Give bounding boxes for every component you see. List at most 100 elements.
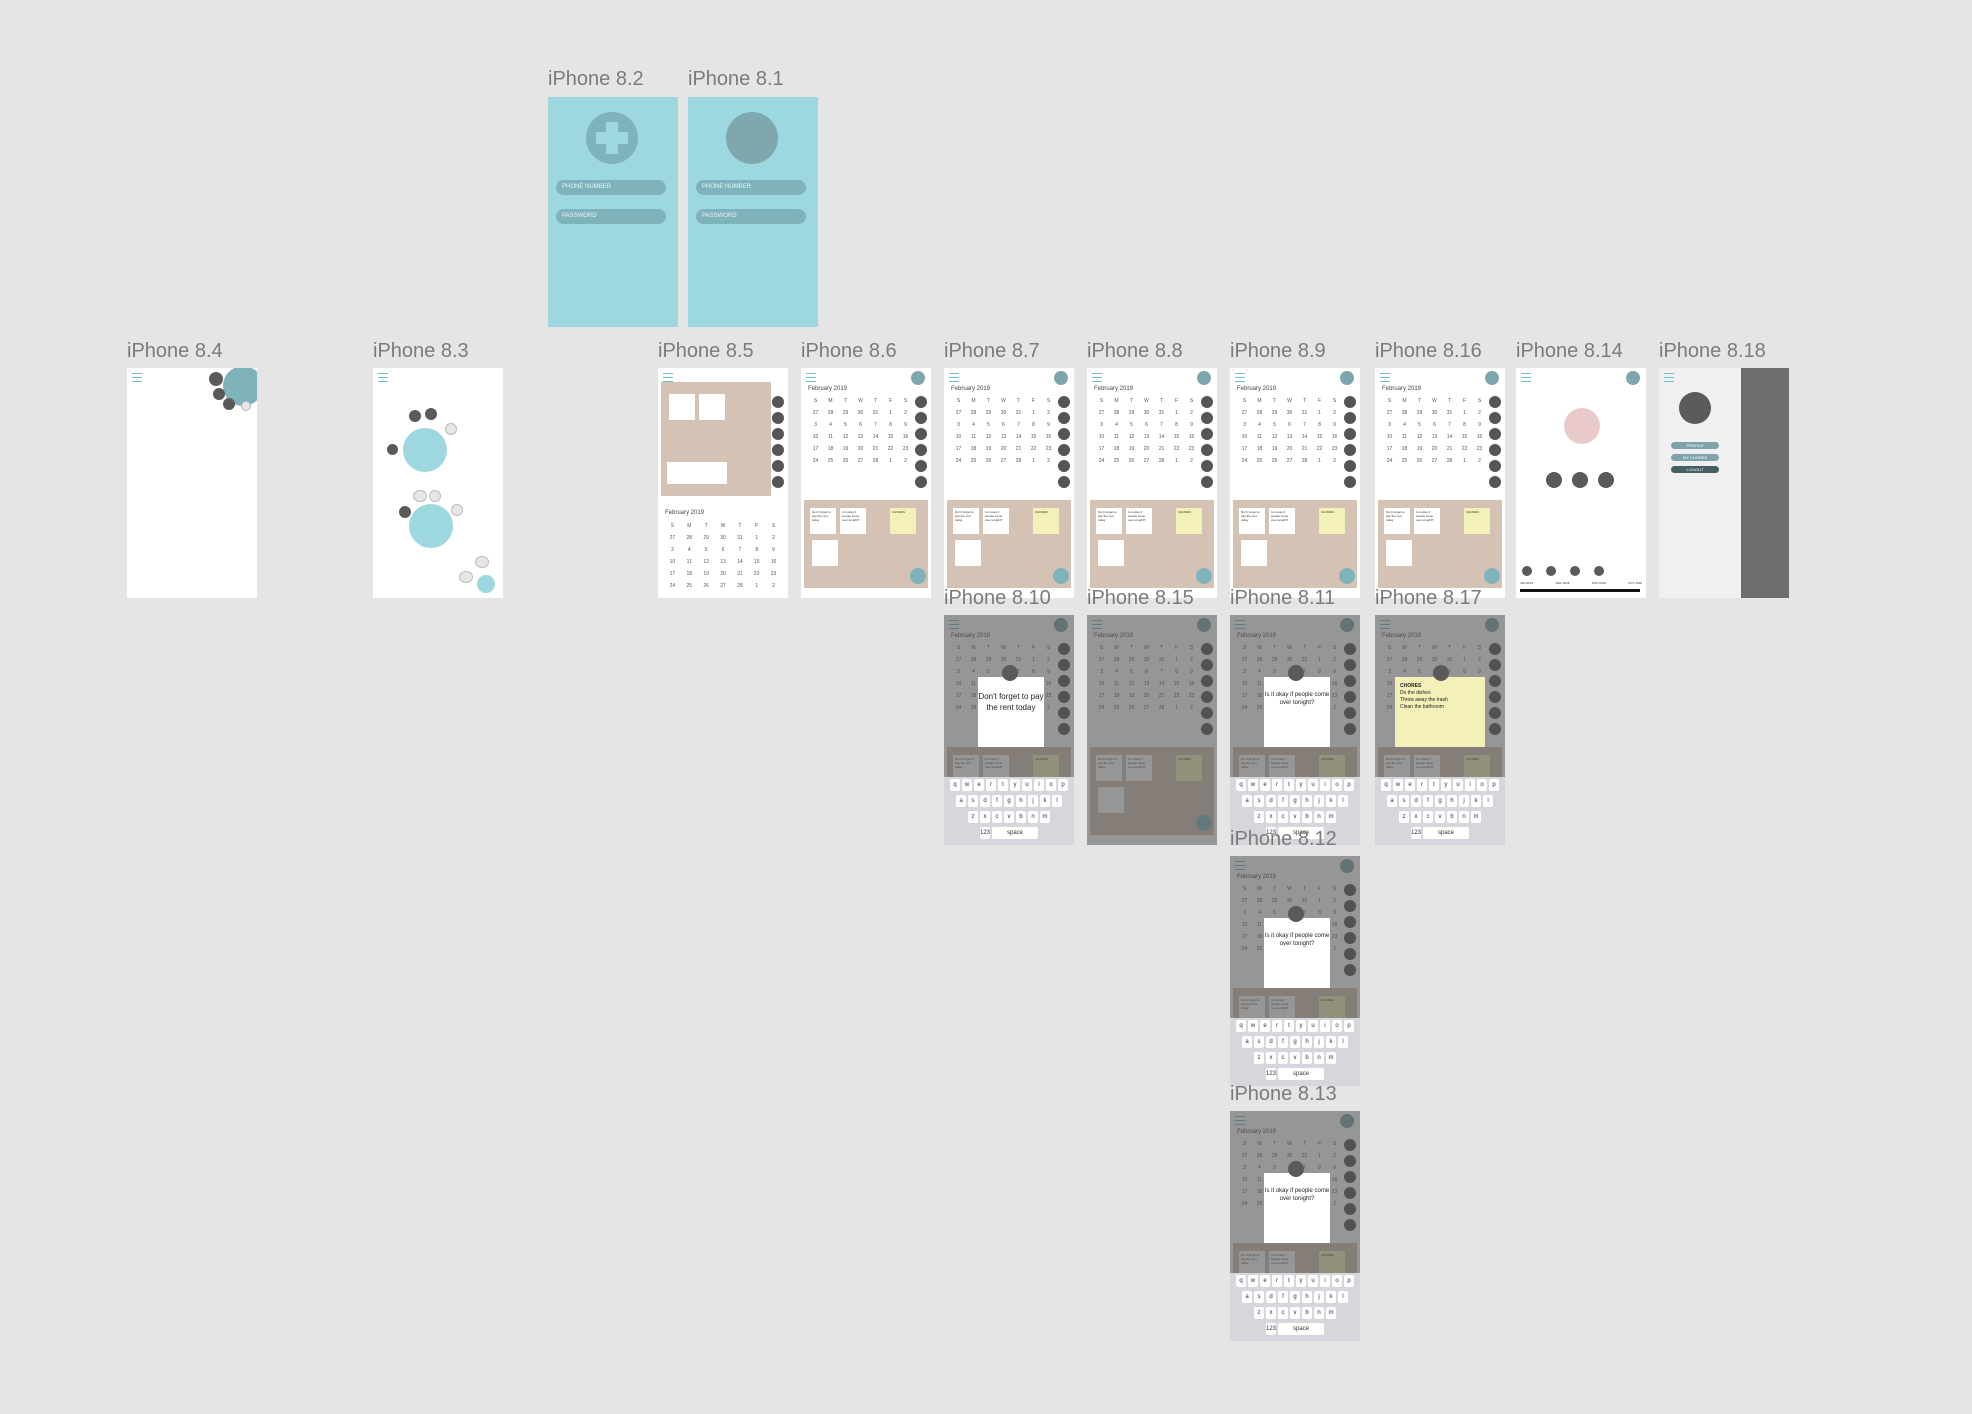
key[interactable]: h: [1447, 795, 1457, 807]
calendar-day[interactable]: 22: [1312, 446, 1327, 452]
calendar-day[interactable]: 8: [1026, 422, 1041, 428]
profile-avatar[interactable]: [1564, 408, 1600, 444]
key[interactable]: l: [1338, 795, 1348, 807]
menu-icon[interactable]: [1521, 373, 1531, 382]
key[interactable]: c: [1278, 1052, 1288, 1064]
key[interactable]: j: [1314, 1036, 1324, 1048]
household-bubble[interactable]: [409, 504, 453, 548]
calendar-day[interactable]: 13: [996, 434, 1011, 440]
calendar-day[interactable]: 1: [1457, 410, 1472, 416]
calendar-day[interactable]: 19: [1267, 446, 1282, 452]
calendar-day[interactable]: 10: [1382, 434, 1397, 440]
calendar-day[interactable]: 27: [1139, 458, 1154, 464]
calendar-day[interactable]: 11: [681, 559, 698, 565]
calendar-day[interactable]: 4: [823, 422, 838, 428]
calendar-day[interactable]: 23: [1327, 446, 1342, 452]
profile-avatar[interactable]: [1679, 392, 1711, 424]
key[interactable]: u: [1022, 779, 1032, 791]
key[interactable]: j: [1028, 795, 1038, 807]
chores-card[interactable]: [667, 462, 727, 484]
calendar-day[interactable]: 28: [1109, 410, 1124, 416]
calendar-day[interactable]: 5: [1412, 422, 1427, 428]
key[interactable]: u: [1453, 779, 1463, 791]
calendar-day[interactable]: 8: [748, 547, 765, 553]
timeline-bar[interactable]: [1520, 589, 1640, 592]
key[interactable]: f: [1278, 1036, 1288, 1048]
avatar[interactable]: [726, 112, 778, 164]
key[interactable]: s: [1254, 1036, 1264, 1048]
menu-logout[interactable]: LOGOUT: [1671, 466, 1719, 473]
calendar-day[interactable]: 28: [1154, 458, 1169, 464]
menu-profile[interactable]: PROFILE: [1671, 442, 1719, 449]
calendar-day[interactable]: 12: [698, 559, 715, 565]
roommate-avatar[interactable]: [1058, 444, 1070, 456]
calendar-day[interactable]: 31: [868, 410, 883, 416]
calendar-day[interactable]: 1: [748, 583, 765, 589]
chip[interactable]: [475, 556, 489, 568]
calendar-day[interactable]: 27: [715, 583, 732, 589]
calendar-day[interactable]: 19: [838, 446, 853, 452]
note-people[interactable]: Is it okay if people come over tonight?: [983, 508, 1009, 534]
numbers-key[interactable]: 123: [980, 827, 990, 839]
note-rent[interactable]: Don't forget to pay the rent today: [953, 508, 979, 534]
key[interactable]: i: [1465, 779, 1475, 791]
calendar-day[interactable]: 11: [966, 434, 981, 440]
calendar-day[interactable]: 19: [1412, 446, 1427, 452]
home-button[interactable]: [477, 575, 495, 593]
calendar-day[interactable]: 11: [1252, 434, 1267, 440]
key[interactable]: g: [1290, 795, 1300, 807]
key[interactable]: n: [1028, 811, 1038, 823]
calendar-day[interactable]: 25: [681, 583, 698, 589]
key[interactable]: v: [1004, 811, 1014, 823]
roommate-avatar[interactable]: [1489, 412, 1501, 424]
calendar-day[interactable]: 28: [868, 458, 883, 464]
calendar-day[interactable]: 18: [1397, 446, 1412, 452]
calendar-day[interactable]: 31: [1297, 410, 1312, 416]
calendar-day[interactable]: 1: [1457, 458, 1472, 464]
calendar-day[interactable]: 15: [1169, 434, 1184, 440]
calendar-day[interactable]: 19: [1124, 446, 1139, 452]
calendar-day[interactable]: 13: [1427, 434, 1442, 440]
key[interactable]: q: [1236, 779, 1246, 791]
key[interactable]: k: [1040, 795, 1050, 807]
key[interactable]: q: [1236, 1275, 1246, 1287]
phone-field[interactable]: PHONE NUMBER: [696, 180, 806, 195]
key[interactable]: a: [1242, 1036, 1252, 1048]
add-note-button[interactable]: [1196, 568, 1212, 584]
roommate-avatar[interactable]: [409, 410, 421, 422]
note[interactable]: [955, 540, 981, 566]
note-chores[interactable]: CHORES: [890, 508, 916, 534]
key[interactable]: c: [1423, 811, 1433, 823]
key[interactable]: f: [1278, 1291, 1288, 1303]
calendar-day[interactable]: 30: [1427, 410, 1442, 416]
key[interactable]: p: [1344, 779, 1354, 791]
calendar-day[interactable]: 13: [1282, 434, 1297, 440]
roommate-avatar[interactable]: [915, 396, 927, 408]
menu-icon[interactable]: [1380, 373, 1390, 382]
calendar-day[interactable]: 25: [966, 458, 981, 464]
calendar-day[interactable]: 3: [1094, 422, 1109, 428]
calendar-day[interactable]: 9: [765, 547, 782, 553]
key[interactable]: i: [1034, 779, 1044, 791]
key[interactable]: l: [1052, 795, 1062, 807]
calendar-day[interactable]: 13: [715, 559, 732, 565]
calendar-day[interactable]: 3: [1237, 422, 1252, 428]
key[interactable]: h: [1302, 1291, 1312, 1303]
calendar-day[interactable]: 27: [1282, 458, 1297, 464]
calendar-day[interactable]: 2: [898, 458, 913, 464]
calendar-day[interactable]: 2: [1184, 458, 1199, 464]
key[interactable]: a: [1387, 795, 1397, 807]
chore-item[interactable]: Throw away the trash: [1400, 697, 1485, 704]
space-key[interactable]: space: [1278, 1068, 1324, 1080]
menu-icon[interactable]: [806, 373, 816, 382]
calendar-day[interactable]: 29: [838, 410, 853, 416]
key[interactable]: w: [1248, 779, 1258, 791]
calendar-day[interactable]: 31: [731, 535, 748, 541]
calendar-day[interactable]: 23: [765, 571, 782, 577]
calendar-day[interactable]: 2: [1041, 410, 1056, 416]
calendar-day[interactable]: 3: [664, 547, 681, 553]
key[interactable]: s: [1254, 1291, 1264, 1303]
note-chores[interactable]: CHORES: [1319, 508, 1345, 534]
key[interactable]: h: [1302, 795, 1312, 807]
key[interactable]: x: [980, 811, 990, 823]
